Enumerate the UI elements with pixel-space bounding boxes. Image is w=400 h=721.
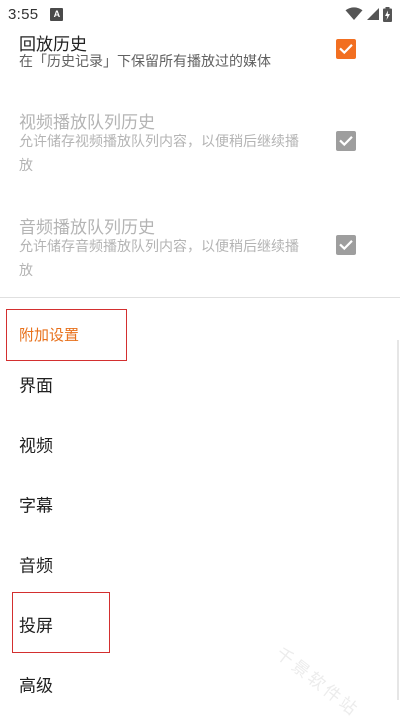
status-bar: 3:55 A <box>0 0 400 28</box>
section-divider <box>0 297 400 298</box>
pref-summary: 允许储存音频播放队列内容，以便稍后继续播放 <box>19 239 299 279</box>
status-icons <box>345 6 392 22</box>
pref-summary: 在「历史记录」下保留所有播放过的媒体 <box>19 54 271 70</box>
video-queue-history-checkbox[interactable] <box>336 131 356 151</box>
menu-item-audio[interactable]: 音频 <box>0 534 400 594</box>
pref-playback-history[interactable]: 回放历史 在「历史记录」下保留所有播放过的媒体 <box>0 28 400 82</box>
check-icon <box>339 136 353 147</box>
pref-audio-queue-history[interactable]: 音频播放队列历史 允许储存音频播放队列内容，以便稍后继续播放 <box>0 205 400 290</box>
menu-item-label: 音频 <box>19 556 53 577</box>
check-icon <box>339 44 353 55</box>
playback-history-checkbox[interactable] <box>336 39 356 59</box>
menu-item-label: 字幕 <box>19 496 53 517</box>
check-icon <box>339 240 353 251</box>
status-time: 3:55 <box>8 5 39 23</box>
highlight-box <box>12 592 110 653</box>
menu-item-label: 视频 <box>19 436 53 457</box>
pref-summary: 允许储存视频播放队列内容，以便稍后继续播放 <box>19 134 299 174</box>
menu-item-label: 高级 <box>19 676 53 697</box>
audio-queue-history-checkbox[interactable] <box>336 235 356 255</box>
app-notification-icon: A <box>50 7 64 21</box>
signal-icon <box>367 8 379 20</box>
menu-item-video[interactable]: 视频 <box>0 414 400 474</box>
wifi-icon <box>345 7 363 20</box>
pref-video-queue-history[interactable]: 视频播放队列历史 允许储存视频播放队列内容，以便稍后继续播放 <box>0 100 400 185</box>
scrollbar[interactable] <box>397 340 399 700</box>
menu-item-subtitles[interactable]: 字幕 <box>0 474 400 534</box>
battery-charging-icon <box>383 6 392 22</box>
menu-item-interface[interactable]: 界面 <box>0 354 400 414</box>
menu-item-label: 界面 <box>19 376 53 397</box>
